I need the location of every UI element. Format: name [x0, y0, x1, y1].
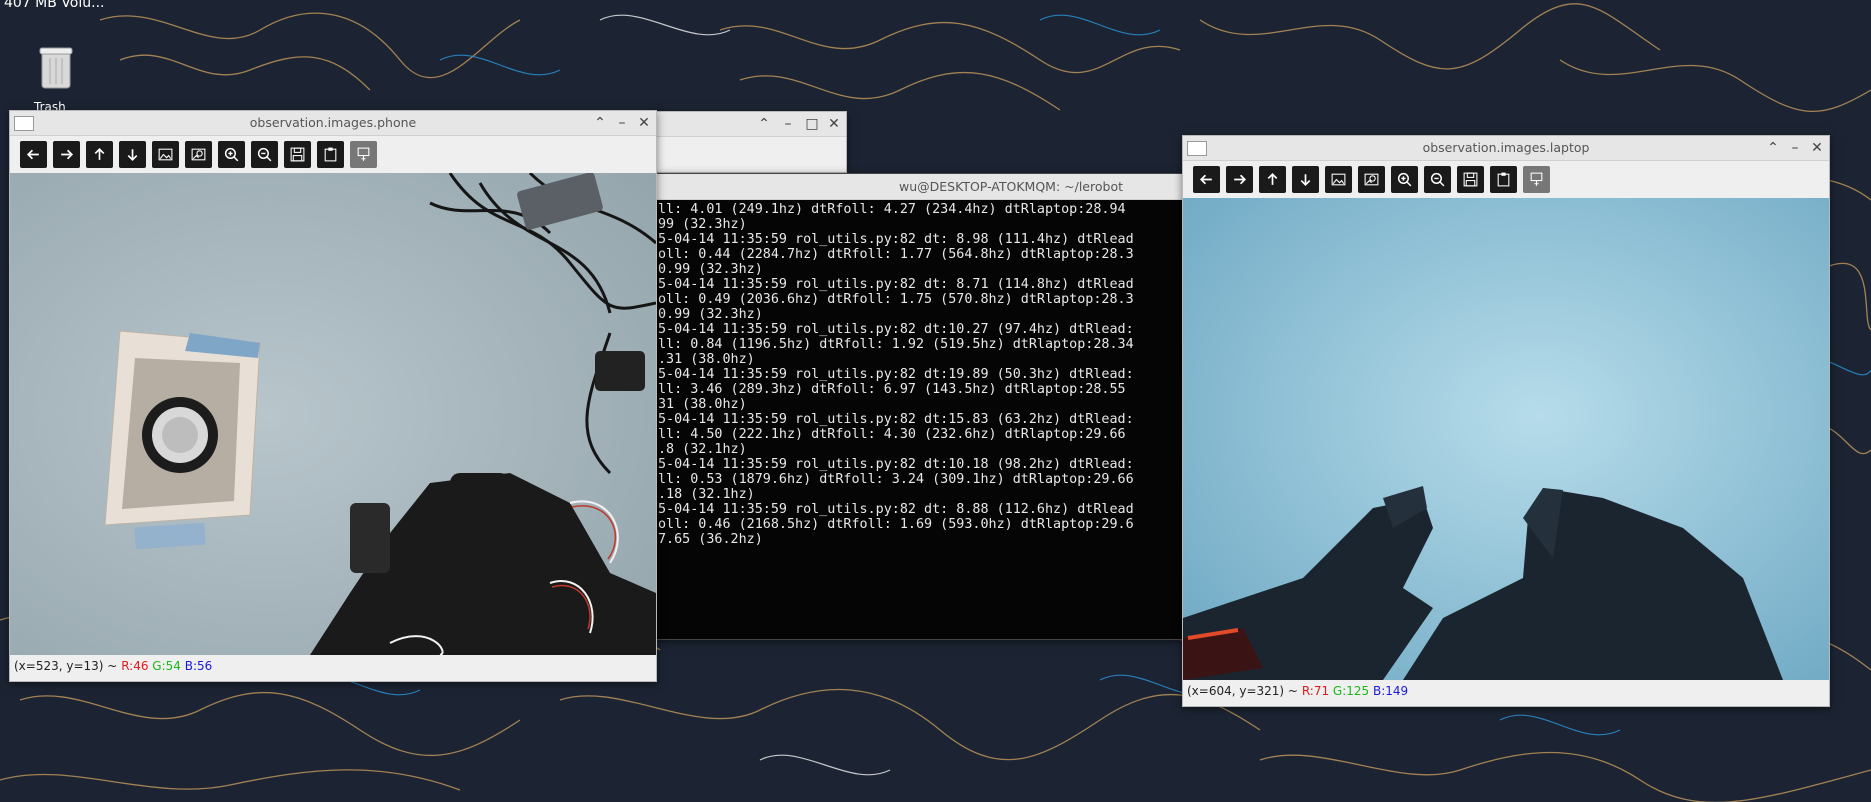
terminal-line: ll: 3.46 (289.3hz) dtRfoll: 6.97 (143.5h… — [658, 382, 1126, 397]
image-icon[interactable] — [1325, 166, 1352, 193]
terminal-line: 5-04-14 11:35:59 rol_utils.py:82 dt:19.8… — [658, 367, 1134, 382]
terminal-line: ll: 0.53 (1879.6hz) dtRfoll: 3.24 (309.1… — [658, 472, 1134, 487]
app-window-icon — [14, 116, 34, 131]
terminal-line: oll: 0.46 (2168.5hz) dtRfoll: 1.69 (593.… — [658, 517, 1134, 532]
terminal-line: 99 (32.3hz) — [658, 217, 747, 232]
settings-icon[interactable] — [350, 141, 377, 168]
terminal-line: 7.65 (36.2hz) — [658, 532, 763, 547]
terminal-line: .18 (32.1hz) — [658, 487, 755, 502]
arrow-up-icon[interactable] — [1259, 166, 1286, 193]
zoom-out-icon[interactable] — [1424, 166, 1451, 193]
terminal-line: 5-04-14 11:35:59 rol_utils.py:82 dt:15.8… — [658, 412, 1134, 427]
terminal-line: oll: 0.49 (2036.6hz) dtRfoll: 1.75 (570.… — [658, 292, 1134, 307]
terminal-titlebar[interactable]: wu@DESKTOP-ATOKMQM: ~/lerobot — [656, 174, 1186, 200]
pixel-coordinates: (x=604, y=321) ~ — [1187, 684, 1298, 698]
arrow-left-icon[interactable] — [20, 141, 47, 168]
image-icon[interactable] — [152, 141, 179, 168]
pixel-red-value: R:46 — [121, 659, 149, 673]
laptop-toolbar — [1183, 161, 1829, 198]
desktop-volume-label[interactable]: 407 MB Volu... — [4, 0, 104, 11]
laptop-camera-image[interactable] — [1183, 198, 1829, 680]
image-properties-icon[interactable] — [185, 141, 212, 168]
zoom-in-icon[interactable] — [218, 141, 245, 168]
minimize-icon[interactable]: – — [1785, 136, 1805, 160]
app-window-icon — [1187, 141, 1207, 156]
zoom-in-icon[interactable] — [1391, 166, 1418, 193]
terminal-line: ll: 4.01 (249.1hz) dtRfoll: 4.27 (234.4h… — [658, 202, 1126, 217]
terminal-line: 31 (38.0hz) — [658, 397, 747, 412]
minimize-up-icon[interactable]: ⌃ — [754, 112, 774, 136]
keep-above-icon[interactable]: ⌃ — [1763, 136, 1783, 160]
pixel-blue-value: B:56 — [184, 659, 213, 673]
arrow-right-icon[interactable] — [53, 141, 80, 168]
arrow-down-icon[interactable] — [119, 141, 146, 168]
laptop-window-titlebar[interactable]: observation.images.laptop ⌃ – ✕ — [1183, 136, 1829, 161]
terminal-line: 0.99 (32.3hz) — [658, 307, 763, 322]
terminal-title: wu@DESKTOP-ATOKMQM: ~/lerobot — [899, 179, 1123, 194]
pixel-red-value: R:71 — [1301, 684, 1330, 698]
laptop-image-window[interactable]: observation.images.laptop ⌃ – ✕ (x=604, … — [1182, 135, 1830, 707]
trash-icon[interactable] — [34, 44, 78, 94]
phone-window-title: observation.images.phone — [249, 115, 417, 130]
pixel-green-value: G:54 — [152, 659, 181, 673]
minimize-icon[interactable]: – — [612, 111, 632, 135]
settings-icon[interactable] — [1523, 166, 1550, 193]
laptop-statusbar: (x=604, y=321) ~ R:71 G:125 B:149 — [1183, 680, 1829, 702]
copy-icon[interactable] — [1490, 166, 1517, 193]
phone-camera-image[interactable] — [10, 173, 656, 655]
save-icon[interactable] — [284, 141, 311, 168]
laptop-window-title: observation.images.laptop — [1422, 140, 1590, 155]
background-window[interactable]: ⌃ – □ ✕ — [655, 111, 847, 173]
close-icon[interactable]: ✕ — [634, 111, 654, 135]
terminal-line: 5-04-14 11:35:59 rol_utils.py:82 dt: 8.9… — [658, 232, 1134, 247]
terminal-line: .8 (32.1hz) — [658, 442, 747, 457]
save-icon[interactable] — [1457, 166, 1484, 193]
arrow-left-icon[interactable] — [1193, 166, 1220, 193]
arrow-down-icon[interactable] — [1292, 166, 1319, 193]
pixel-coordinates: (x=523, y=13) ~ — [14, 659, 118, 673]
zoom-out-icon[interactable] — [251, 141, 278, 168]
terminal-line: ll: 0.84 (1196.5hz) dtRfoll: 1.92 (519.5… — [658, 337, 1134, 352]
copy-icon[interactable] — [317, 141, 344, 168]
terminal-output[interactable]: ll: 4.01 (249.1hz) dtRfoll: 4.27 (234.4h… — [656, 200, 1186, 632]
pixel-green-value: G:125 — [1332, 684, 1370, 698]
phone-window-titlebar[interactable]: observation.images.phone ⌃ – ✕ — [10, 111, 656, 136]
terminal-line: .31 (38.0hz) — [658, 352, 755, 367]
close-icon[interactable]: ✕ — [1807, 136, 1827, 160]
arrow-right-icon[interactable] — [1226, 166, 1253, 193]
terminal-line: 0.99 (32.3hz) — [658, 262, 763, 277]
terminal-line: oll: 0.44 (2284.7hz) dtRfoll: 1.77 (564.… — [658, 247, 1134, 262]
arrow-up-icon[interactable] — [86, 141, 113, 168]
phone-statusbar: (x=523, y=13) ~ R:46 G:54 B:56 — [10, 655, 656, 677]
image-properties-icon[interactable] — [1358, 166, 1385, 193]
pixel-blue-value: B:149 — [1373, 684, 1409, 698]
terminal-line: 5-04-14 11:35:59 rol_utils.py:82 dt: 8.7… — [658, 277, 1134, 292]
close-icon[interactable]: ✕ — [824, 112, 844, 136]
terminal-window[interactable]: wu@DESKTOP-ATOKMQM: ~/lerobot ll: 4.01 (… — [655, 173, 1187, 640]
terminal-line: 5-04-14 11:35:59 rol_utils.py:82 dt:10.1… — [658, 457, 1134, 472]
phone-toolbar — [10, 136, 656, 173]
terminal-line: 5-04-14 11:35:59 rol_utils.py:82 dt: 8.8… — [658, 502, 1134, 517]
keep-above-icon[interactable]: ⌃ — [590, 111, 610, 135]
terminal-line: ll: 4.50 (222.1hz) dtRfoll: 4.30 (232.6h… — [658, 427, 1126, 442]
maximize-icon[interactable]: □ — [802, 112, 822, 136]
terminal-line: 5-04-14 11:35:59 rol_utils.py:82 dt:10.2… — [658, 322, 1134, 337]
phone-image-window[interactable]: observation.images.phone ⌃ – ✕ (x=523, y… — [9, 110, 657, 682]
minimize-icon[interactable]: – — [778, 112, 798, 136]
